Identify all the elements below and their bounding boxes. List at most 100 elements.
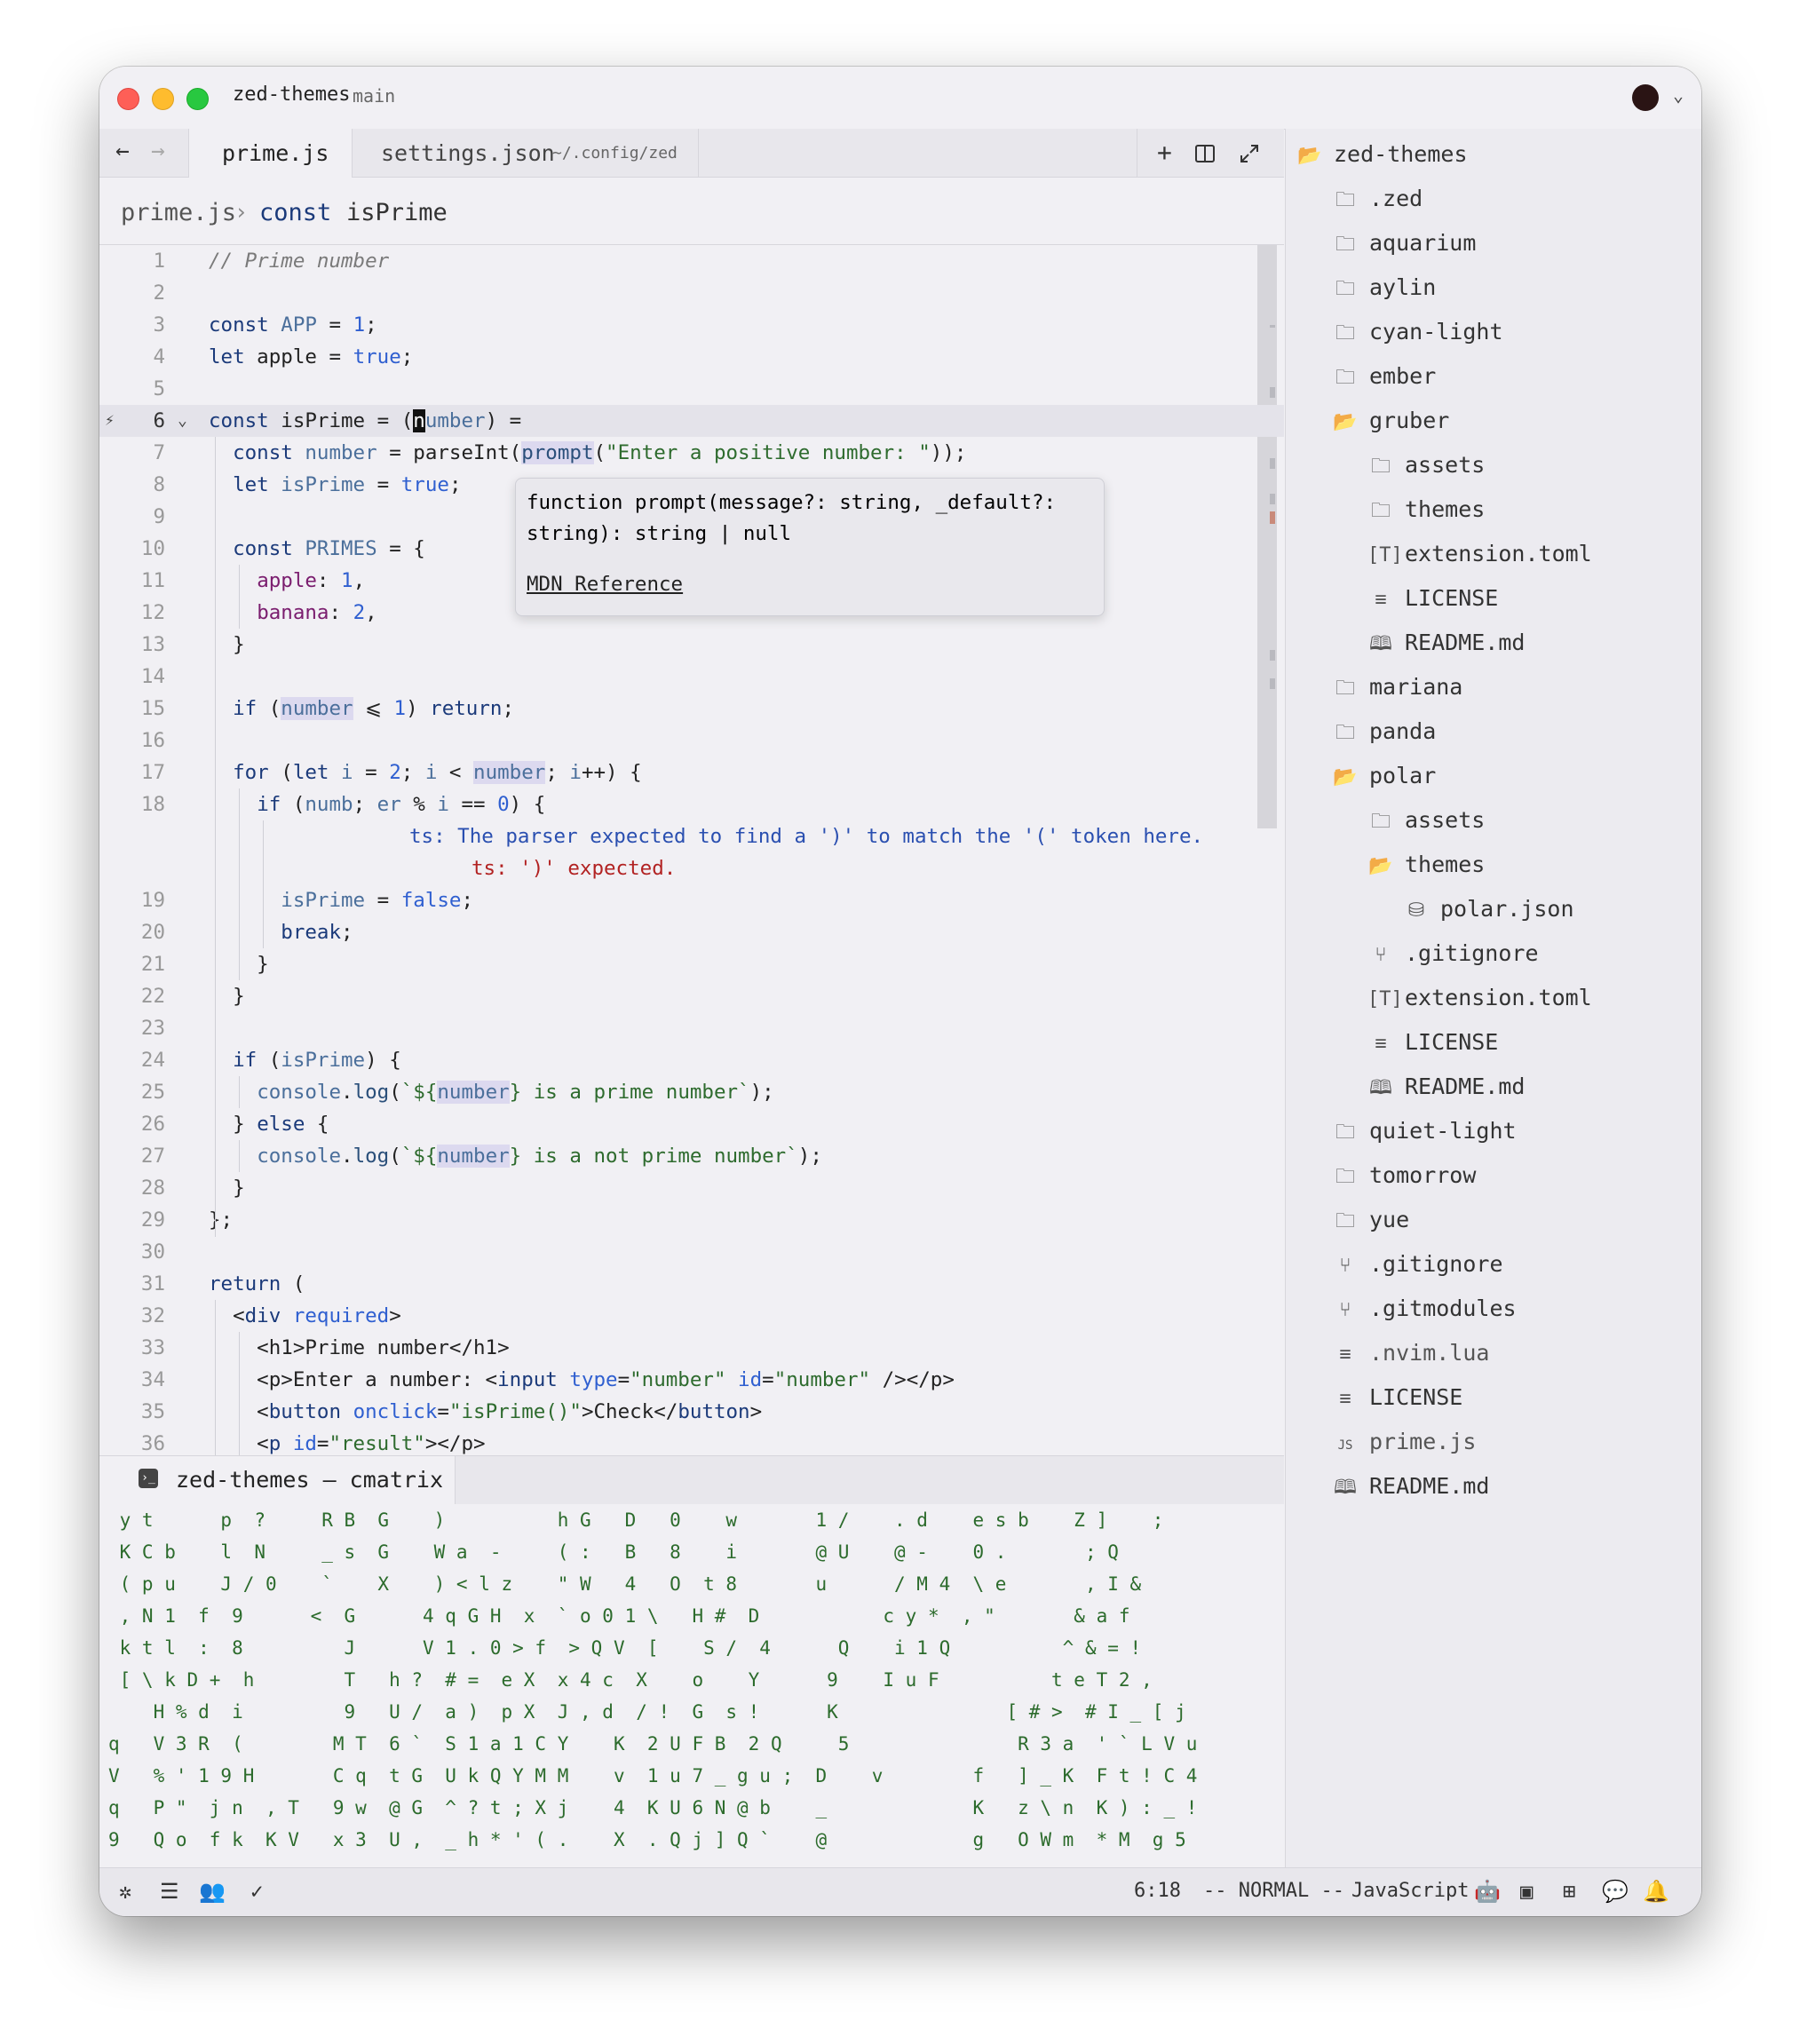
tree-folder-assets[interactable]: 🗀 assets (1367, 800, 1485, 841)
text-icon: ≡ (1375, 1033, 1387, 1055)
tree-folder-cyan-light[interactable]: 🗀 cyan-light (1332, 312, 1503, 353)
tree-folder-aylin[interactable]: 🗀 aylin (1332, 267, 1436, 308)
tree-folder-gruber[interactable]: 📂 gruber (1332, 400, 1449, 441)
code-line: 36 <p id="result"></p> (140, 1432, 486, 1455)
folder-icon: 🗀 (1335, 278, 1355, 300)
tree-file-prime-js[interactable]: JS prime.js (1332, 1422, 1477, 1462)
breadcrumb-keyword[interactable]: const (259, 199, 331, 226)
tree-folder-ember[interactable]: 🗀 ember (1332, 356, 1436, 397)
chevron-down-icon[interactable]: ⌄ (1673, 84, 1684, 106)
tree-file-license[interactable]: ≡ LICENSE (1332, 1377, 1462, 1418)
tree-folder-quiet-light[interactable]: 🗀 quiet-light (1332, 1111, 1517, 1152)
mdn-reference-link[interactable]: MDN Reference (527, 573, 683, 596)
editor-window: zed-themes main ⌄ ← → prime.js settings.… (99, 67, 1701, 1916)
tree-file-gitignore[interactable]: ⑂ .gitignore (1367, 933, 1538, 974)
notification-bell-icon[interactable]: 🔔 (1643, 1879, 1669, 1904)
avatar[interactable] (1632, 84, 1659, 111)
minimize-window-button[interactable] (152, 88, 174, 110)
folder-icon: 🗀 (1335, 1121, 1355, 1144)
chat-icon[interactable]: 💬 (1602, 1879, 1629, 1904)
tree-file-nvim-lua[interactable]: ≡ .nvim.lua (1332, 1333, 1489, 1374)
tree-folder-zed-themes[interactable]: 📂 zed-themes (1296, 134, 1467, 175)
new-tab-plus-icon[interactable]: + (1157, 138, 1172, 167)
tree-folder-assets[interactable]: 🗀 assets (1367, 445, 1485, 486)
terminal-output[interactable]: y t p ? R B G ) h G D 0 w 1 / . d e s b … (99, 1504, 1284, 1868)
hover-signature-line1: function prompt(message?: string, _defau… (527, 491, 1057, 514)
tab-prime-js[interactable]: prime.js (188, 129, 353, 178)
tree-file-license[interactable]: ≡ LICENSE (1367, 1022, 1498, 1063)
code-line: 3 const APP = 1; (153, 313, 377, 337)
tree-folder-aquarium[interactable]: 🗀 aquarium (1332, 223, 1476, 264)
forward-arrow-icon[interactable]: → (151, 138, 165, 164)
folder-icon: 🗀 (1335, 367, 1355, 389)
tree-file-extension-toml[interactable]: [T]extension.toml (1367, 978, 1592, 1018)
tree-file-extension-toml[interactable]: [T]extension.toml (1367, 534, 1592, 574)
tree-folder-themes[interactable]: 📂 themes (1367, 844, 1485, 885)
tree-folder-mariana[interactable]: 🗀 mariana (1332, 667, 1462, 708)
tree-folder-zed[interactable]: 🗀 .zed (1332, 178, 1423, 219)
back-arrow-icon[interactable]: ← (115, 138, 130, 164)
tree-file-gitignore[interactable]: ⑂ .gitignore (1332, 1244, 1502, 1285)
code-line: 34 <p>Enter a number: <input type="numbe… (140, 1368, 955, 1391)
git-icon: ⑂ (1339, 1299, 1351, 1321)
terminal-row: K C b l N _ s G W a - ( : B 8 i @ U @ - … (108, 1541, 1119, 1563)
terminal-row: ( p u J / 0 ` X ) < l z " W 4 O t 8 u / … (108, 1573, 1142, 1595)
copilot-icon[interactable]: 🤖 (1474, 1879, 1501, 1904)
indent-guide (263, 820, 264, 948)
collab-users-icon[interactable]: 👥 (199, 1879, 226, 1904)
tree-folder-themes[interactable]: 🗀 themes (1367, 489, 1485, 530)
tab-settings-json[interactable]: settings.json ~/.config/zed (353, 129, 699, 177)
tab-actions: + (1137, 129, 1285, 177)
text-icon: ≡ (1375, 589, 1387, 611)
tree-folder-panda[interactable]: 🗀 panda (1332, 711, 1436, 752)
cursor-position[interactable]: 6:18 (1134, 1880, 1181, 1902)
indent-guide (239, 1332, 240, 1455)
toml-icon: [T] (1367, 988, 1403, 1010)
terminal-row: q V 3 R ( M T 6 ` S 1 a 1 C Y K 2 U F B … (108, 1733, 1198, 1755)
fold-chevron-icon[interactable]: ⌄ (178, 405, 187, 437)
terminal-row: V % ' 1 9 H C q t G U k Q Y M M v 1 u 7 … (108, 1765, 1198, 1787)
project-name[interactable]: zed-themes (233, 83, 350, 106)
terminal-row: , N 1 f 9 < G 4 q G H x ` o 0 1 \ H # D … (108, 1605, 1130, 1627)
code-line: 4 let apple = true; (153, 345, 414, 368)
project-panel-toggle-icon[interactable]: ⊞ (1563, 1879, 1575, 1904)
tree-folder-polar[interactable]: 📂 polar (1332, 756, 1436, 796)
code-line: 13 } (140, 633, 245, 656)
tree-file-gitmodules[interactable]: ⑂ .gitmodules (1332, 1288, 1516, 1329)
diagnostics-check-icon[interactable]: ✓ (250, 1879, 263, 1904)
tree-file-readme[interactable]: 🕮 README.md (1367, 1066, 1525, 1107)
language-selector[interactable]: JavaScript (1351, 1880, 1469, 1902)
maximize-pane-icon[interactable] (1239, 141, 1260, 170)
terminal-row: k t l : 8 J V 1 . 0 > f > Q V [ S / 4 Q … (108, 1637, 1142, 1659)
tree-file-polar-json[interactable]: ⛁ polar.json (1403, 889, 1574, 930)
terminal-tab[interactable]: ›_ zed-themes — cmatrix (99, 1456, 456, 1505)
tree-file-readme[interactable]: 🕮 README.md (1332, 1466, 1489, 1507)
tab-path: ~/.config/zed (552, 144, 678, 162)
code-editor[interactable]: 1// Prime number 2 3 const APP = 1; 4 let … (99, 245, 1284, 1455)
assistant-sparkle-icon[interactable]: ✲ (119, 1879, 131, 1904)
close-window-button[interactable] (117, 88, 139, 110)
tree-folder-tomorrow[interactable]: 🗀 tomorrow (1332, 1155, 1476, 1196)
code-line: 17 for (let i = 2; i < number; i++) { (140, 761, 642, 784)
outline-list-icon[interactable]: ☰ (160, 1879, 179, 1904)
code-line: 23 (140, 1017, 165, 1040)
code-line: 22 } (140, 985, 245, 1008)
breadcrumb[interactable]: prime.js › const isPrime (99, 178, 1284, 245)
git-branch[interactable]: main (353, 85, 395, 107)
breadcrumb-symbol[interactable]: isPrime (346, 199, 448, 226)
tree-folder-yue[interactable]: 🗀 yue (1332, 1200, 1409, 1240)
project-panel: 📂 zed-themes 🗀 .zed 🗀 aquarium 🗀 aylin 🗀 cyan… (1285, 129, 1701, 1867)
terminal-row: [ \ k D + h T h ? # = e X x 4 c X o Y 9 … (108, 1669, 1153, 1691)
folder-icon: 🗀 (1335, 677, 1355, 700)
code-line: 24 if (isPrime) { (140, 1049, 401, 1072)
folder-icon: 🗀 (1370, 456, 1391, 478)
maximize-window-button[interactable] (186, 88, 209, 110)
split-pane-icon[interactable] (1194, 141, 1216, 170)
breadcrumb-file[interactable]: prime.js (121, 199, 236, 226)
terminal-toggle-icon[interactable]: ▣ (1520, 1879, 1533, 1904)
code-line: 25 console.log(`${number} is a prime num… (140, 1081, 774, 1104)
code-line: 29}; (140, 1208, 234, 1232)
text-icon: ≡ (1339, 1388, 1351, 1410)
tree-file-license[interactable]: ≡ LICENSE (1367, 578, 1498, 619)
tree-file-readme[interactable]: 🕮 README.md (1367, 622, 1525, 663)
